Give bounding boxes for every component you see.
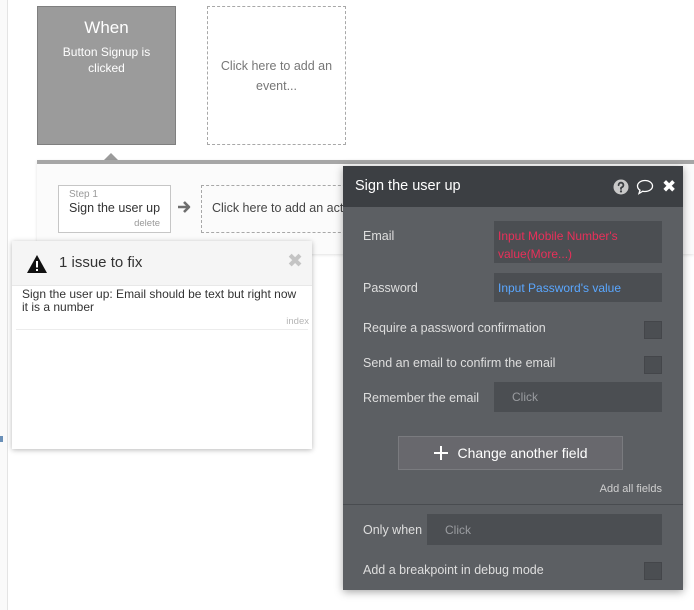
breakpoint-checkbox[interactable] <box>644 562 662 580</box>
require-confirmation-label: Require a password confirmation <box>363 321 546 335</box>
left-edge-panel <box>0 0 8 610</box>
warning-triangle-icon <box>27 255 47 273</box>
arrow-right-icon <box>178 201 191 213</box>
remember-email-placeholder: Click <box>512 390 538 404</box>
add-action-text: Click here to add an action... <box>212 201 350 215</box>
event-title: When <box>84 18 129 37</box>
step-delete-link[interactable]: delete <box>134 218 160 229</box>
plus-icon <box>433 446 448 460</box>
issue-divider <box>16 329 308 330</box>
remember-email-label: Remember the email <box>363 391 480 405</box>
editor-divider <box>343 504 683 505</box>
change-another-field-label: Change another field <box>457 445 588 461</box>
comment-bubble-icon[interactable] <box>636 179 654 195</box>
event-description: Button Signup is clicked <box>62 45 151 75</box>
step-label: Sign the user up <box>69 201 161 215</box>
email-field-value: Input Mobile Number's value(More...) <box>498 229 618 261</box>
issue-message[interactable]: Sign the user up: Email should be text b… <box>22 288 302 314</box>
remember-email-field[interactable]: Click <box>494 382 662 412</box>
step-number: Step 1 <box>69 189 98 200</box>
question-circle-icon[interactable] <box>613 179 629 195</box>
email-field[interactable]: Input Mobile Number's value(More...) <box>494 221 662 263</box>
send-email-checkbox[interactable] <box>644 356 662 374</box>
password-field[interactable]: Input Password's value <box>494 273 662 302</box>
issue-index-label: index <box>286 316 309 327</box>
editor-header: Sign the user up ✖ <box>343 166 683 207</box>
require-confirmation-checkbox[interactable] <box>644 321 662 339</box>
change-another-field-button[interactable]: Change another field <box>398 436 623 470</box>
event-block[interactable]: When Button Signup is clicked <box>37 6 176 145</box>
issues-panel: 1 issue to fix ✖ Sign the user up: Email… <box>12 241 312 449</box>
editor-title: Sign the user up <box>355 178 461 194</box>
close-icon[interactable]: ✖ <box>287 252 303 272</box>
issues-header: 1 issue to fix ✖ <box>12 241 312 286</box>
only-when-placeholder: Click <box>445 523 471 537</box>
add-all-fields-link[interactable]: Add all fields <box>600 483 662 495</box>
email-label: Email <box>363 229 395 243</box>
only-when-label: Only when <box>363 523 423 537</box>
add-event-placeholder[interactable]: Click here to add an event... <box>207 6 346 145</box>
add-event-text: Click here to add an event... <box>220 58 333 93</box>
action-property-editor: Sign the user up ✖ Email Input Mobile Nu… <box>343 166 683 590</box>
add-action-placeholder[interactable]: Click here to add an action... <box>201 185 351 233</box>
left-edge-marker <box>0 436 3 442</box>
breakpoint-label: Add a breakpoint in debug mode <box>363 563 544 577</box>
step-card[interactable]: Step 1 Sign the user up delete <box>58 185 171 233</box>
password-field-value: Input Password's value <box>498 281 622 295</box>
send-email-label: Send an email to confirm the email <box>363 356 556 370</box>
password-label: Password <box>363 281 418 295</box>
close-icon[interactable]: ✖ <box>662 177 676 197</box>
only-when-field[interactable]: Click <box>427 514 662 545</box>
issues-title: 1 issue to fix <box>59 254 143 271</box>
